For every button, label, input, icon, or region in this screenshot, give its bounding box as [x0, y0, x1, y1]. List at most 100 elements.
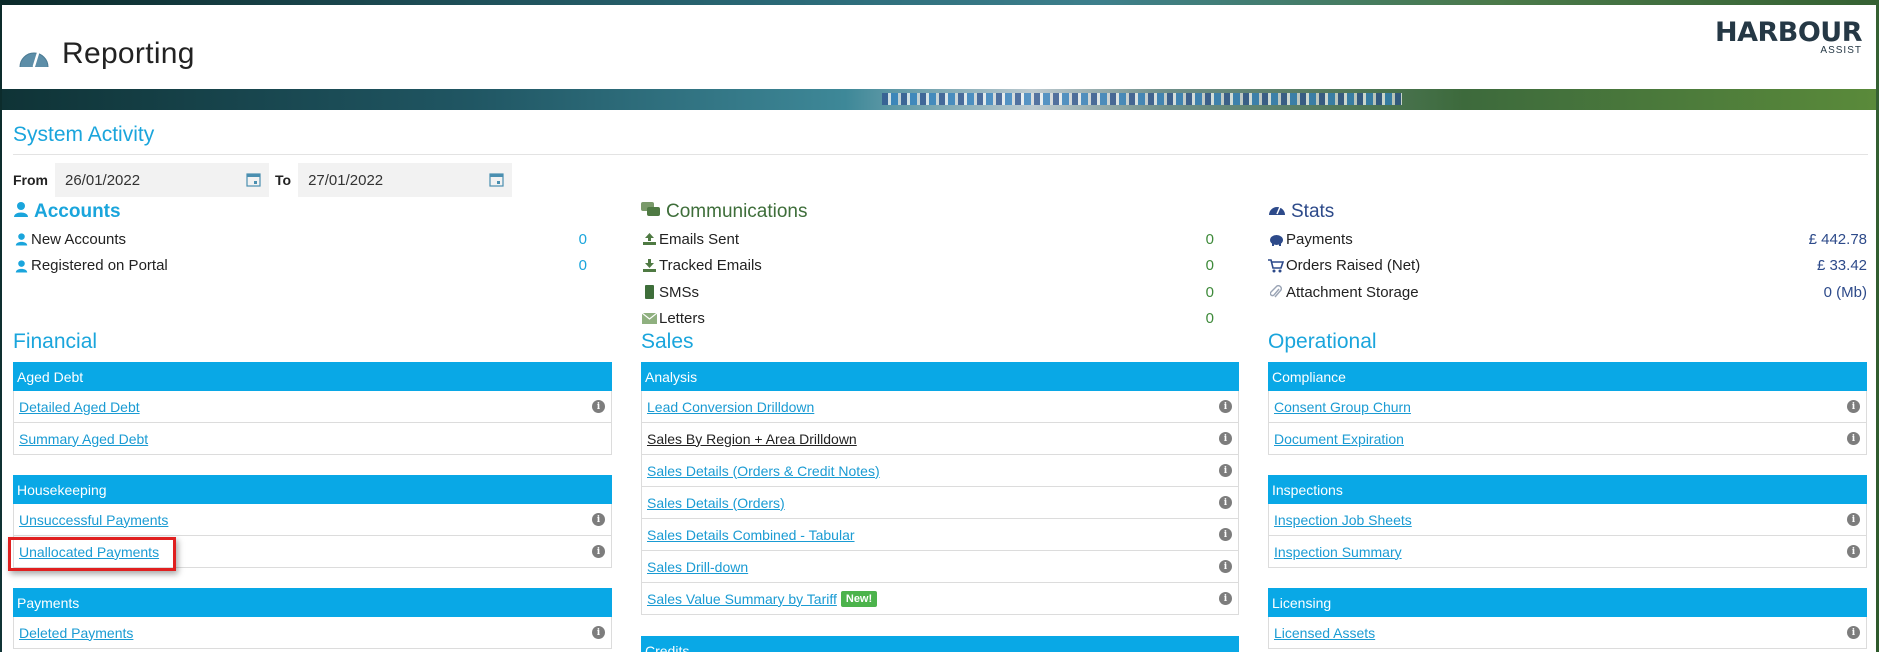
licensing-group: Licensing Licensed Assets i [1268, 588, 1867, 649]
calendar-icon[interactable] [489, 172, 504, 191]
aged-debt-group: Aged Debt Detailed Aged Debt i Summary Ag… [13, 362, 612, 455]
analysis-group: Analysis Lead Conversion Drilldown i Sale… [641, 362, 1239, 615]
info-icon[interactable]: i [1847, 513, 1860, 526]
compliance-group: Compliance Consent Group Churn i Document… [1268, 362, 1867, 455]
housekeeping-group: Housekeeping Unsuccessful Payments i Unal… [13, 475, 612, 568]
info-icon[interactable]: i [1219, 432, 1232, 445]
envelope-icon [641, 313, 657, 325]
stat-registered-portal: Registered on Portal 0 [13, 253, 612, 280]
to-date-input[interactable]: 27/01/2022 [298, 163, 513, 197]
stat-letters: Letters 0 [641, 306, 1239, 333]
report-row: Inspection Summary i [1268, 536, 1867, 568]
report-row: Sales Details Combined - Tabular i [641, 519, 1239, 551]
info-icon[interactable]: i [592, 513, 605, 526]
info-icon[interactable]: i [1219, 400, 1232, 413]
info-icon[interactable]: i [1219, 496, 1232, 509]
info-icon[interactable]: i [1219, 528, 1232, 541]
report-link[interactable]: Deleted Payments [19, 625, 133, 641]
stat-attachment-storage: Attachment Storage 0 (Mb) [1268, 279, 1867, 306]
credits-group: Credits [641, 636, 1239, 652]
report-link[interactable]: Inspection Summary [1274, 544, 1402, 560]
info-icon[interactable]: i [1219, 560, 1232, 573]
report-link[interactable]: Document Expiration [1274, 431, 1404, 447]
report-link[interactable]: Summary Aged Debt [19, 431, 148, 447]
inspections-group: Inspections Inspection Job Sheets i Inspe… [1268, 475, 1867, 568]
report-link[interactable]: Sales Drill-down [647, 559, 748, 575]
info-icon[interactable]: i [1847, 545, 1860, 558]
chat-icon [641, 201, 661, 224]
report-row: Unsuccessful Payments i [13, 504, 612, 536]
report-link[interactable]: Sales By Region + Area Drilldown [647, 431, 857, 447]
info-icon[interactable]: i [592, 626, 605, 639]
group-heading: Credits [641, 636, 1239, 652]
report-row: Deleted Payments i [13, 617, 612, 649]
user-icon [13, 232, 29, 246]
report-link[interactable]: Consent Group Churn [1274, 399, 1411, 415]
accounts-heading: Accounts [13, 198, 612, 226]
report-row: Document Expiration i [1268, 423, 1867, 455]
report-row: Sales Value Summary by Tariff New! i [641, 583, 1239, 615]
group-heading: Aged Debt [13, 362, 612, 391]
report-link[interactable]: Inspection Job Sheets [1274, 512, 1412, 528]
header-bar: Reporting HARBOUR ASSIST [2, 5, 1876, 89]
report-link[interactable]: Sales Value Summary by Tariff [647, 591, 837, 607]
report-row: Consent Group Churn i [1268, 391, 1867, 423]
user-icon [13, 259, 29, 273]
report-link[interactable]: Sales Details (Orders) [647, 495, 785, 511]
report-row: Sales Details (Orders & Credit Notes) i [641, 455, 1239, 487]
info-icon[interactable]: i [1847, 626, 1860, 639]
cart-icon [1268, 258, 1284, 273]
report-link[interactable]: Detailed Aged Debt [19, 399, 140, 415]
financial-title: Financial [13, 330, 98, 353]
banner-image [2, 89, 1876, 110]
sales-title: Sales [641, 330, 694, 353]
new-badge: New! [840, 590, 878, 607]
piggy-bank-icon [1268, 233, 1284, 246]
report-row: Sales Details (Orders) i [641, 487, 1239, 519]
report-link[interactable]: Lead Conversion Drilldown [647, 399, 814, 415]
group-heading: Housekeeping [13, 475, 612, 504]
report-row: Lead Conversion Drilldown i [641, 391, 1239, 423]
report-row: Unallocated Payments i [13, 536, 612, 568]
info-icon[interactable]: i [592, 400, 605, 413]
from-label: From [13, 172, 48, 188]
stats-column: Stats Payments £ 442.78 Orders Raised (N… [1268, 198, 1867, 649]
main-content: System Activity From 26/01/2022 To 27/01… [2, 110, 1876, 652]
info-icon[interactable]: i [1219, 592, 1232, 605]
group-heading: Analysis [641, 362, 1239, 391]
stats-heading: Stats [1268, 198, 1867, 226]
payments-group: Payments Deleted Payments i [13, 588, 612, 649]
report-link[interactable]: Sales Details Combined - Tabular [647, 527, 855, 543]
group-heading: Payments [13, 588, 612, 617]
dashboard-icon [1268, 201, 1286, 223]
report-row: Sales Drill-down i [641, 551, 1239, 583]
divider [13, 154, 1868, 155]
download-icon [641, 258, 657, 273]
report-link[interactable]: Unallocated Payments [19, 544, 159, 560]
calendar-icon[interactable] [246, 172, 261, 191]
operational-title: Operational [1268, 330, 1377, 353]
system-activity-title: System Activity [13, 123, 155, 146]
communications-column: Communications Emails Sent 0 Tracked Ema… [641, 198, 1239, 652]
report-link[interactable]: Licensed Assets [1274, 625, 1375, 641]
report-row: Summary Aged Debt [13, 423, 612, 455]
report-row: Sales By Region + Area Drilldown i [641, 423, 1239, 455]
report-row: Inspection Job Sheets i [1268, 504, 1867, 536]
info-icon[interactable]: i [592, 545, 605, 558]
group-heading: Compliance [1268, 362, 1867, 391]
info-icon[interactable]: i [1847, 432, 1860, 445]
stat-orders-raised: Orders Raised (Net) £ 33.42 [1268, 253, 1867, 280]
report-link[interactable]: Unsuccessful Payments [19, 512, 168, 528]
stat-smss: SMSs 0 [641, 279, 1239, 306]
gauge-icon [18, 43, 50, 69]
report-link[interactable]: Sales Details (Orders & Credit Notes) [647, 463, 880, 479]
report-row: Licensed Assets i [1268, 617, 1867, 649]
stat-emails-sent: Emails Sent 0 [641, 226, 1239, 253]
info-icon[interactable]: i [1847, 400, 1860, 413]
harbour-assist-logo: HARBOUR ASSIST [1714, 17, 1863, 57]
group-heading: Licensing [1268, 588, 1867, 617]
from-date-input[interactable]: 26/01/2022 [55, 163, 269, 197]
group-heading: Inspections [1268, 475, 1867, 504]
info-icon[interactable]: i [1219, 464, 1232, 477]
accounts-column: Accounts New Accounts 0 Registered on Po… [13, 198, 612, 649]
